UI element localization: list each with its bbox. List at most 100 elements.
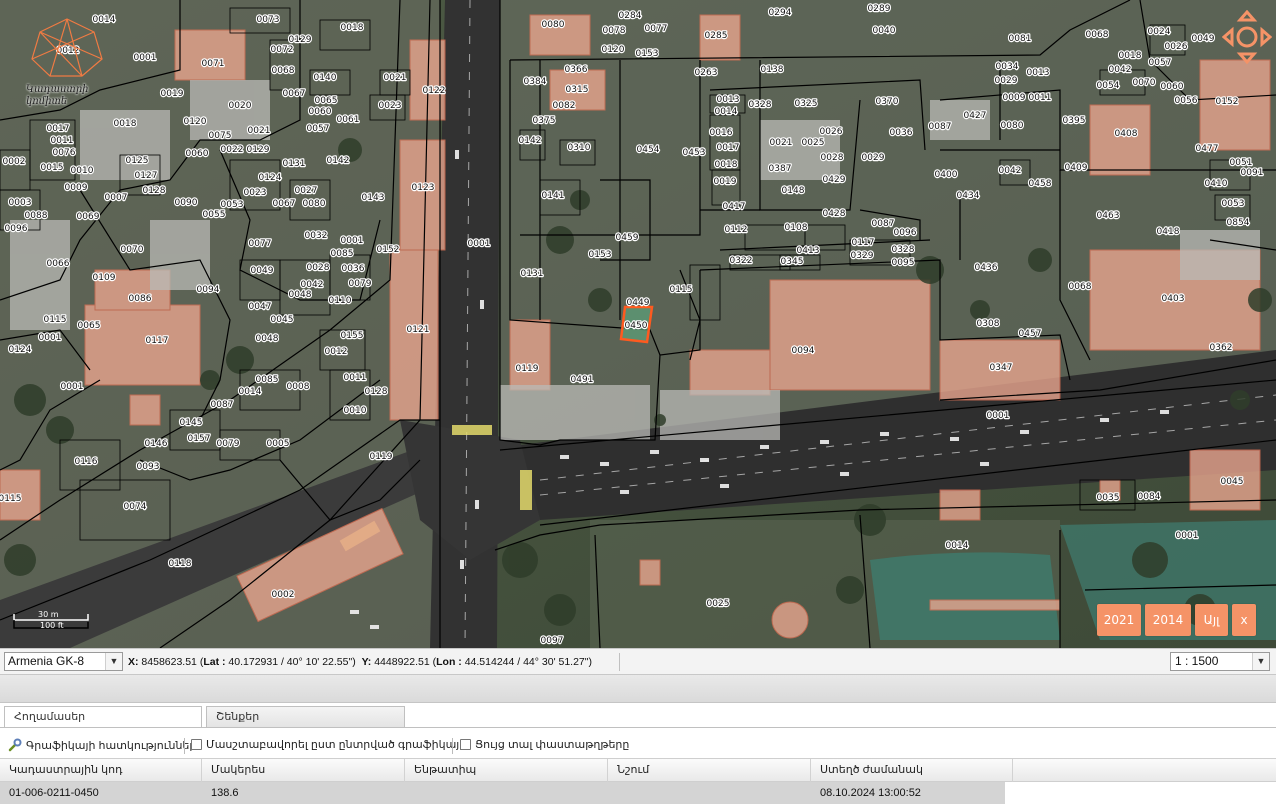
parcel-label: 0091 [1241,168,1264,178]
parcel-label: 0005 [267,439,290,449]
pan-center-icon[interactable] [1236,26,1258,48]
parcel-label: 0148 [782,186,805,196]
table-row[interactable]: 01-006-0211-0450 138.6 08.10.2024 13:00:… [0,782,1005,804]
parcel-label: 0417 [723,202,746,212]
parcel-label: 0090 [175,198,198,208]
parcel-label: 0042 [999,166,1022,176]
tab-parcels[interactable]: Հողամասեր [4,706,202,728]
pan-left-arrow-icon[interactable] [1221,26,1234,48]
parcel-label: 0060 [309,107,332,117]
parcel-label: 0096 [5,224,28,234]
show-documents-checkbox[interactable] [460,739,471,750]
graphic-properties-button[interactable]: Գրաֆիկայի հատկություններ [8,738,196,752]
parcel-label: 0328 [892,245,915,255]
parcel-label: 0025 [707,599,730,609]
parcel-label: 0087 [929,122,952,132]
parcel-label: 0436 [975,263,998,273]
map-pan-control[interactable] [1221,9,1273,66]
chevron-down-icon[interactable]: ▼ [1252,653,1269,670]
parcel-label: 0463 [1097,211,1120,221]
parcel-label: 0428 [823,209,846,219]
parcel-label: 0325 [795,99,818,109]
x-value: 8458623.51 [141,656,197,668]
parcel-label: 0129 [247,145,270,155]
cadastre-logo: Կադաստրի կոմիտե [22,14,112,107]
column-header-area[interactable]: Մակերես [202,759,405,782]
parcel-label: 0057 [307,124,330,134]
parcel-label: 0097 [541,636,564,646]
parcel-label: 0001 [987,411,1010,421]
column-header-cadastral-code[interactable]: Կադաստրային կոդ [0,759,202,782]
parcel-label: 0008 [287,382,310,392]
parcel-label: 0370 [876,97,899,107]
column-header-created[interactable]: Ստեղծ ժամանակ [811,759,1013,782]
parcel-label: 0294 [769,8,792,18]
parcel-label: 0124 [259,173,282,183]
parcel-label: 0071 [202,59,225,69]
panel-splitter[interactable] [0,675,1276,703]
y-label: Y: [361,656,372,668]
map-canvas[interactable]: 0014 007300180012000100710129007200680140… [0,0,1276,648]
year-button-0[interactable]: 2021 [1097,604,1141,636]
map-scale-select[interactable]: 1 : 1500 ▼ [1170,652,1270,671]
show-documents-toggle[interactable]: Ցույց տալ փաստաթղթերը [460,738,629,751]
projection-select[interactable]: Armenia GK-8 ▼ [4,652,123,671]
parcel-label: 0067 [283,89,306,99]
parcel-label: 0021 [770,138,793,148]
parcel-label: 0068 [1086,30,1109,40]
parcel-label: 0413 [797,246,820,256]
parcel-label: 0067 [273,199,296,209]
toolbar-separator [452,738,453,754]
selected-parcel-label[interactable]: 0450 [623,320,649,332]
parcel-label: 0009 [65,183,88,193]
parcel-label: 0387 [769,164,792,174]
parcel-label: 0115 [670,285,693,295]
parcel-label: 0023 [244,188,267,198]
map-view[interactable]: 0014 0073 0018 0012 0001 0071 0129 0072 0068 0140… [0,0,1276,648]
parcel-label: 0124 [9,345,32,355]
tab-buildings[interactable]: Շենքեր [206,706,405,728]
pan-up-arrow-icon[interactable] [1236,9,1258,22]
year-button-3[interactable]: x [1232,604,1256,636]
scale-by-graphic-checkbox[interactable] [191,739,202,750]
parcel-label: 0408 [1115,129,1138,139]
parcel-label: 0128 [365,387,388,397]
parcel-label: 0026 [1165,42,1188,52]
parcel-label: 0049 [1192,34,1215,44]
projection-value: Armenia GK-8 [8,654,85,668]
year-button-1[interactable]: 2014 [1145,604,1191,636]
pan-down-arrow-icon[interactable] [1236,52,1258,65]
parcel-label: 0094 [792,346,815,356]
parcel-label: 0120 [602,45,625,55]
parcel-label: 0053 [1222,199,1245,209]
tab-parcels-label: Հողամասեր [14,711,86,723]
parcel-label: 0034 [996,62,1019,72]
chevron-down-icon[interactable]: ▼ [105,653,122,670]
parcel-label: 0068 [1069,282,1092,292]
results-tabs: Հողամասեր Շենքեր [0,703,1276,728]
cadastre-emblem-icon [31,18,103,77]
parcel-label: 0042 [1109,65,1132,75]
parcel-label: 0011 [51,136,74,146]
parcel-label: 0032 [305,231,328,241]
parcel-label: 0142 [327,156,350,166]
parcel-label: 0069 [77,212,100,222]
parcel-label: 0065 [315,96,338,106]
parcel-label: 0141 [542,191,565,201]
parcel-label: 0122 [423,86,446,96]
parcel-label: 0400 [935,170,958,180]
parcel-label: 0284 [619,11,642,21]
parcel-label: 0345 [781,257,804,267]
parcel-label: 0079 [349,279,372,289]
column-header-note[interactable]: Նշում [608,759,811,782]
parcel-label: 0016 [710,128,733,138]
parcel-label: 0029 [862,153,885,163]
parcel-label: 0019 [161,89,184,99]
scale-by-graphic-label: Մասշտաբավորել ըստ ընտրված գրաֆիկայի [206,739,467,751]
year-button-2[interactable]: Այլ [1195,604,1228,636]
pan-right-arrow-icon[interactable] [1260,26,1273,48]
parcel-label: 0125 [126,156,149,166]
scale-by-graphic-toggle[interactable]: Մասշտաբավորել ըստ ընտրված գրաֆիկայի [191,738,466,751]
column-header-subtype[interactable]: Ենթատիպ [405,759,608,782]
parcel-label: 0002 [272,590,295,600]
